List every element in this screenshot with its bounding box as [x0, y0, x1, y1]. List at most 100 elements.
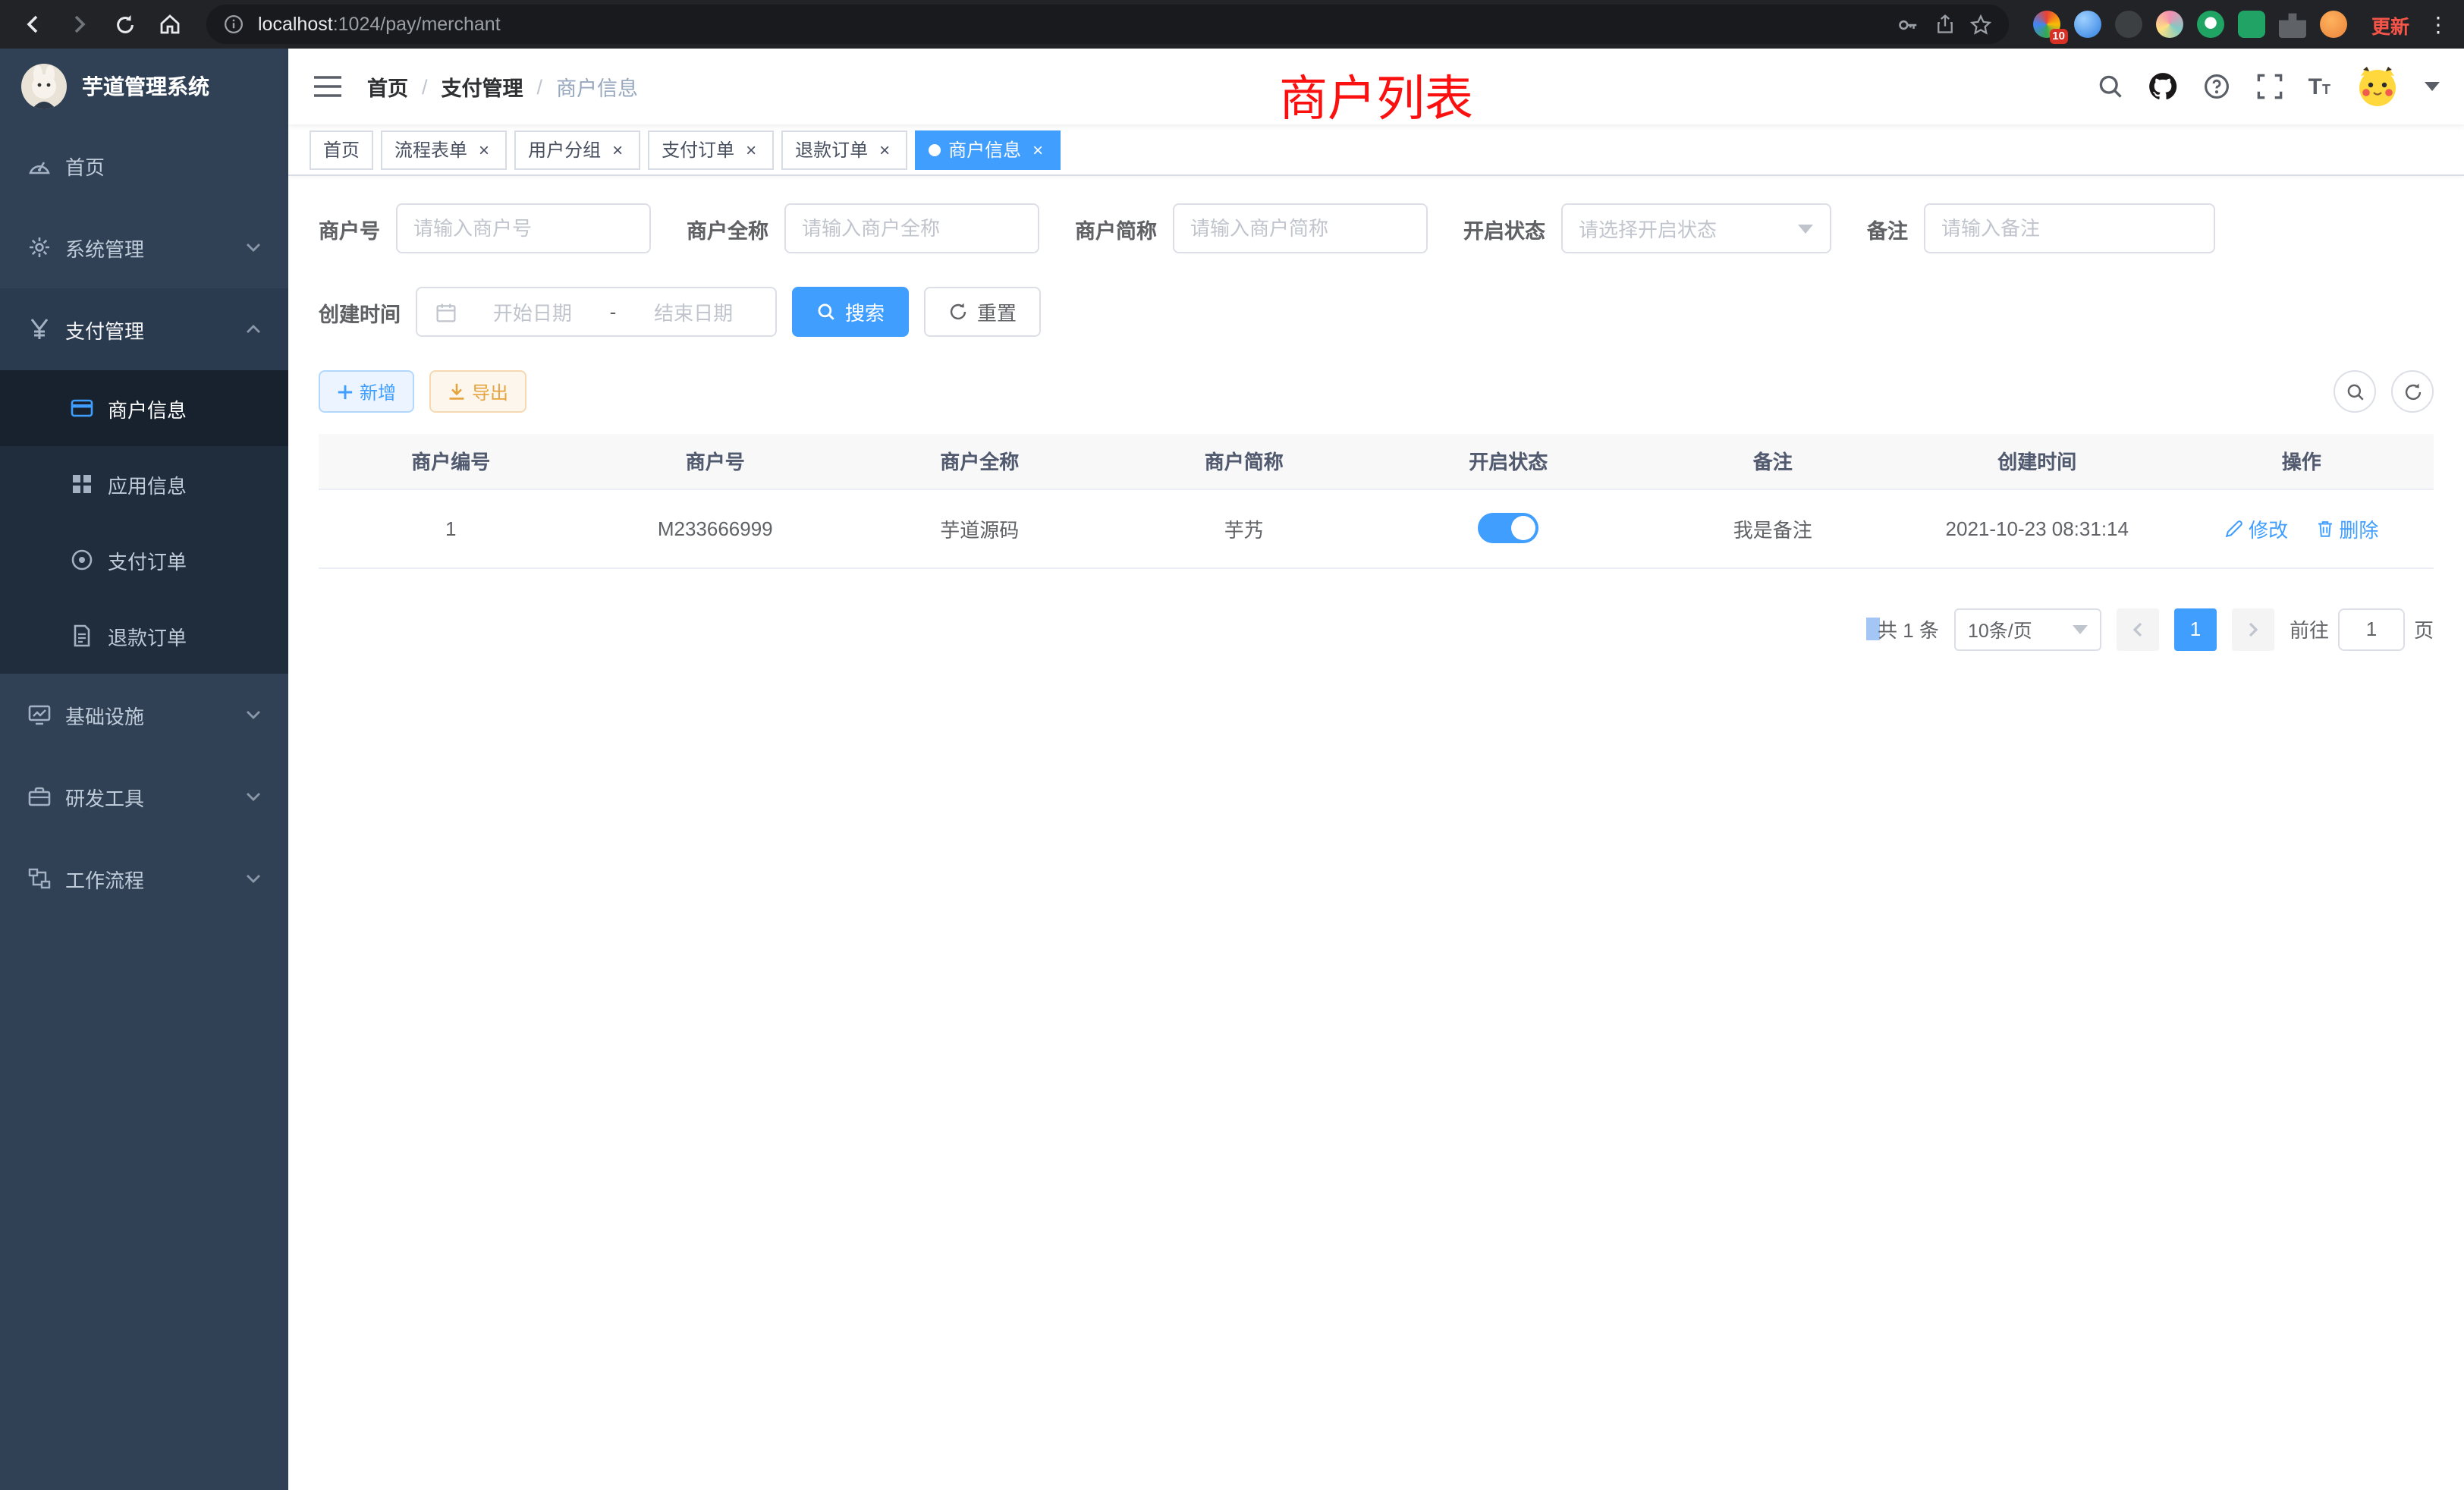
password-key-icon[interactable] — [1897, 12, 1921, 36]
gear-icon — [27, 235, 52, 259]
search-button[interactable]: 搜索 — [792, 287, 909, 337]
prev-page-button[interactable] — [2117, 608, 2159, 650]
sidebar-item-dev-tools[interactable]: 研发工具 — [0, 756, 288, 838]
sidebar: 芋道管理系统 首页 系统管理 支付管理 — [0, 49, 288, 1490]
search-icon[interactable] — [2096, 72, 2125, 101]
tab-label: 商户信息 — [948, 137, 1021, 162]
table-row[interactable]: 1 M233666999 芋道源码 芋艿 我是备注 2021-10-23 08:… — [319, 489, 2434, 567]
extension-icon[interactable] — [2115, 11, 2142, 38]
github-icon[interactable] — [2149, 72, 2178, 101]
bookmark-star-icon[interactable] — [1969, 12, 1994, 36]
tab-merchant-info[interactable]: 商户信息 — [915, 130, 1061, 169]
tab-payment-orders[interactable]: 支付订单 — [648, 130, 774, 169]
remark-input[interactable] — [1923, 203, 2214, 253]
sidebar-item-refund-orders[interactable]: 退款订单 — [0, 598, 288, 674]
tab-process-form[interactable]: 流程表单 — [381, 130, 507, 169]
chrome-update-button[interactable]: 更新 — [2362, 10, 2418, 39]
extension-icon[interactable]: 10 — [2033, 11, 2060, 38]
home-icon[interactable] — [152, 6, 188, 42]
close-icon[interactable] — [608, 140, 627, 159]
sidebar-item-label: 首页 — [65, 151, 105, 180]
sidebar-toggle-icon[interactable] — [313, 71, 343, 102]
edit-link[interactable]: 修改 — [2224, 514, 2288, 542]
merchant-name-input-field[interactable] — [802, 217, 1020, 240]
chevron-down-icon — [246, 243, 261, 252]
tab-user-group[interactable]: 用户分组 — [514, 130, 640, 169]
sidebar-item-payment[interactable]: 支付管理 — [0, 288, 288, 370]
forward-icon[interactable] — [61, 6, 97, 42]
refresh-icon[interactable] — [2391, 370, 2434, 413]
merchant-short-name-input[interactable] — [1172, 203, 1427, 253]
add-button[interactable]: 新增 — [319, 370, 414, 413]
goto-page-input[interactable] — [2338, 608, 2405, 650]
breadcrumb-home[interactable]: 首页 — [367, 71, 408, 102]
col-header: 备注 — [1641, 434, 1906, 489]
avatar-dropdown-caret[interactable] — [2425, 82, 2440, 91]
extension-icon[interactable] — [2156, 11, 2183, 38]
tab-refund-orders[interactable]: 退款订单 — [781, 130, 907, 169]
remark-input-field[interactable] — [1941, 217, 2196, 240]
merchant-name-input[interactable] — [784, 203, 1039, 253]
goto-page-input-field[interactable] — [2346, 618, 2397, 640]
show-search-icon[interactable] — [2334, 370, 2376, 413]
user-avatar[interactable] — [2355, 64, 2400, 109]
sidebar-logo: 芋道管理系统 — [0, 49, 288, 124]
sidebar-item-app-info[interactable]: 应用信息 — [0, 446, 288, 522]
end-date-placeholder[interactable]: 结束日期 — [628, 297, 759, 326]
sidebar-item-label: 退款订单 — [108, 621, 187, 650]
tab-label: 用户分组 — [528, 137, 601, 162]
font-size-icon[interactable]: TT — [2308, 75, 2330, 98]
reload-icon[interactable] — [106, 6, 143, 42]
share-icon[interactable] — [1933, 12, 1957, 36]
sidebar-item-home[interactable]: 首页 — [0, 124, 288, 206]
page-content: 商户号 商户全称 商户简称 — [288, 176, 2464, 1490]
browser-menu-icon[interactable] — [2428, 11, 2449, 37]
help-icon[interactable] — [2202, 72, 2231, 101]
extensions-puzzle-icon[interactable] — [2279, 11, 2306, 38]
col-header: 商户全称 — [847, 434, 1112, 489]
start-date-placeholder[interactable]: 开始日期 — [467, 297, 598, 326]
table-toolbar: 新增 导出 — [319, 370, 2434, 413]
sidebar-item-label: 基础设施 — [65, 700, 144, 729]
date-range-picker[interactable]: 开始日期 - 结束日期 — [416, 287, 777, 337]
delete-link[interactable]: 删除 — [2315, 514, 2378, 542]
merchant-no-input[interactable] — [395, 203, 650, 253]
next-page-button[interactable] — [2232, 608, 2274, 650]
yuan-icon — [27, 317, 52, 341]
filter-merchant-name: 商户全称 — [687, 203, 1039, 253]
extension-icon[interactable] — [2197, 11, 2224, 38]
page-info-icon[interactable] — [222, 12, 246, 36]
reset-button[interactable]: 重置 — [924, 287, 1041, 337]
profile-avatar-icon[interactable] — [2320, 11, 2347, 38]
sidebar-item-workflow[interactable]: 工作流程 — [0, 838, 288, 919]
close-icon[interactable] — [1029, 140, 1047, 159]
sidebar-item-merchant-info[interactable]: 商户信息 — [0, 370, 288, 446]
back-icon[interactable] — [15, 6, 52, 42]
status-toggle[interactable] — [1478, 513, 1538, 543]
sidebar-item-infrastructure[interactable]: 基础设施 — [0, 674, 288, 756]
status-select[interactable]: 请选择开启状态 — [1560, 203, 1831, 253]
address-bar[interactable]: localhost:1024/pay/merchant — [206, 5, 2009, 44]
extension-icon[interactable] — [2074, 11, 2101, 38]
calendar-icon — [434, 300, 458, 324]
field-label: 备注 — [1867, 213, 1908, 244]
tab-home[interactable]: 首页 — [310, 130, 373, 169]
merchant-no-input-field[interactable] — [413, 217, 632, 240]
fullscreen-icon[interactable] — [2255, 72, 2284, 101]
sidebar-item-label: 研发工具 — [65, 782, 144, 811]
extension-icon[interactable] — [2238, 11, 2265, 38]
toolbox-icon — [27, 784, 52, 809]
export-button[interactable]: 导出 — [429, 370, 526, 413]
breadcrumb-section[interactable]: 支付管理 — [442, 71, 523, 102]
delete-link-label: 删除 — [2339, 514, 2378, 542]
close-icon[interactable] — [475, 140, 493, 159]
page-number-button[interactable]: 1 — [2174, 608, 2217, 650]
close-icon[interactable] — [875, 140, 894, 159]
close-icon[interactable] — [742, 140, 760, 159]
merchant-short-name-input-field[interactable] — [1190, 217, 1409, 240]
sidebar-item-system[interactable]: 系统管理 — [0, 206, 288, 288]
sidebar-item-payment-orders[interactable]: 支付订单 — [0, 522, 288, 598]
page-size-select[interactable]: 10条/页 — [1954, 608, 2101, 650]
screen: localhost:1024/pay/merchant 10 更新 — [0, 0, 2464, 1490]
chevron-down-icon — [246, 874, 261, 883]
